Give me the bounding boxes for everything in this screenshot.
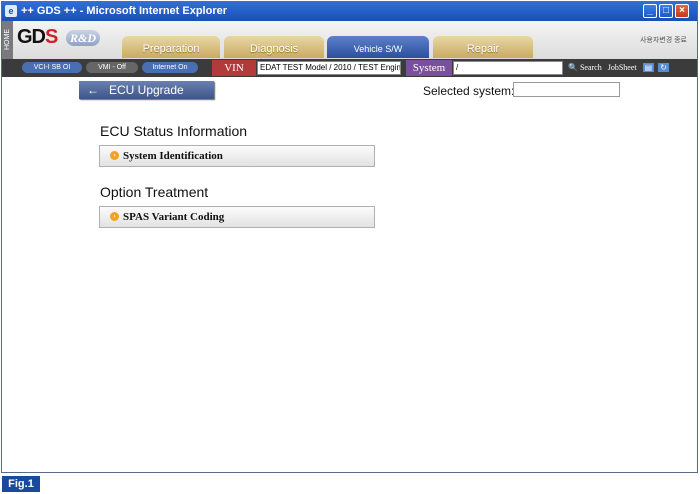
tab-repair[interactable]: Repair [433,36,533,58]
title-bar: e ++ GDS ++ - Microsoft Internet Explore… [2,2,697,21]
spas-variant-coding-button[interactable]: › SPAS Variant Coding [99,206,375,228]
search-icon[interactable]: 🔍 [568,63,578,72]
system-identification-button[interactable]: › System Identification [99,145,375,167]
refresh-icon[interactable]: ↻ [658,63,669,72]
item-label: System Identification [123,150,223,162]
tab-preparation[interactable]: Preparation [122,36,220,58]
section-title-option-treatment: Option Treatment [100,184,209,200]
back-arrow-icon: ← [87,83,99,97]
jobsheet-icon[interactable]: ▤ [642,63,655,72]
vmi-status: VMI - Off [86,62,138,73]
vin-label: VIN [212,60,256,76]
search-area: 🔍 Search JobSheet ▤ ↻ [568,60,669,76]
jobsheet-link[interactable]: JobSheet [608,63,637,72]
section-title-ecu-status: ECU Status Information [100,123,248,139]
selected-system-field[interactable] [513,82,620,97]
app-header: HOME GDS R&D Preparation Diagnosis Vehic… [2,21,697,80]
main-content: ← ECU Upgrade Selected system: ECU Statu… [2,77,697,472]
search-link[interactable]: Search [580,63,602,72]
arrow-bullet-icon: › [110,151,119,160]
system-field[interactable]: / [453,61,563,75]
system-label: System [406,60,452,76]
arrow-bullet-icon: › [110,212,119,221]
ie-icon: e [5,5,17,17]
vin-field[interactable]: EDAT TEST Model / 2010 / TEST Engine [257,61,401,75]
maximize-icon[interactable]: □ [659,4,673,18]
minimize-icon[interactable]: _ [643,4,657,18]
tab-vehicle-sw-management[interactable]: Vehicle S/W Management [327,36,429,80]
internet-status: Internet On [142,62,198,73]
status-toolbar: VCI-I SB OI VMI - Off Internet On VIN ED… [2,59,697,77]
close-icon[interactable]: × [675,4,689,18]
gds-logo: GDS [17,26,58,48]
selected-system-label: Selected system: [423,84,515,98]
figure-label: Fig.1 [2,476,40,492]
browser-window: e ++ GDS ++ - Microsoft Internet Explore… [1,1,698,473]
home-button[interactable]: HOME [2,21,13,59]
tab-diagnosis[interactable]: Diagnosis [224,36,324,58]
vci-status: VCI-I SB OI [22,62,82,73]
ecu-upgrade-back-button[interactable]: ← ECU Upgrade [79,81,214,99]
ecu-upgrade-label: ECU Upgrade [109,83,184,97]
item-label: SPAS Variant Coding [123,211,225,223]
rnd-badge: R&D [66,30,100,46]
top-links[interactable]: 사용자변경 종료 [640,35,687,45]
window-title: ++ GDS ++ - Microsoft Internet Explorer [21,5,227,17]
